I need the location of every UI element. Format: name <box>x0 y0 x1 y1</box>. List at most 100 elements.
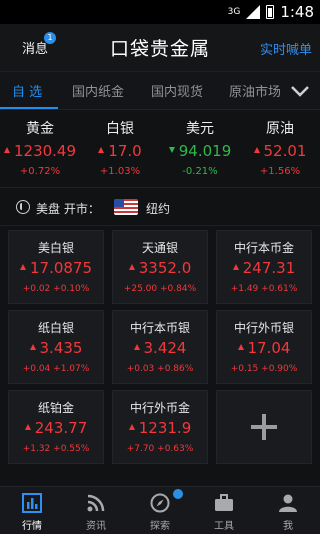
item-name: 中行本币银 <box>129 321 190 335</box>
nav-label: 工具 <box>214 521 234 532</box>
nav-news[interactable]: 资讯 <box>64 487 128 534</box>
item-price: 247.31 <box>217 259 311 277</box>
item-price: 3352.0 <box>113 259 207 277</box>
nav-tools[interactable]: 工具 <box>192 487 256 534</box>
nav-label: 我 <box>283 521 293 532</box>
up-arrow-icon <box>253 146 260 153</box>
index-quotes: 黄金 1230.49 +0.72% 白银 17.0 +1.03% 美元 94.0… <box>0 110 320 188</box>
item-price: 3.435 <box>9 339 103 357</box>
item-name: 中行本币金 <box>233 241 294 255</box>
up-arrow-icon <box>128 423 135 430</box>
quote-change: +0.72% <box>19 166 61 177</box>
watchlist-item[interactable]: 纸白银 3.435 +0.04 +1.07% <box>8 310 104 384</box>
item-change: +7.70 +0.63% <box>126 444 194 454</box>
live-call-button[interactable]: 实时喊单 <box>260 39 312 58</box>
quote-change: +1.56% <box>259 166 301 177</box>
market-city: 纽约 <box>146 202 171 216</box>
chevron-down-icon <box>291 85 309 97</box>
quote-gold[interactable]: 黄金 1230.49 +0.72% <box>0 118 80 177</box>
quote-name: 原油 <box>266 121 294 137</box>
up-arrow-icon <box>133 343 140 350</box>
person-icon <box>279 494 297 512</box>
item-change: +1.49 +0.61% <box>230 284 298 294</box>
network-type: 3G <box>227 6 241 17</box>
up-arrow-icon <box>24 423 31 430</box>
notification-dot <box>173 489 183 499</box>
up-arrow-icon <box>98 146 105 153</box>
market-session-label: 美盘 开市： <box>36 202 100 216</box>
up-arrow-icon <box>3 146 10 153</box>
item-change: +0.02 +0.10% <box>22 284 90 294</box>
quote-usd[interactable]: 美元 94.019 -0.21% <box>160 118 240 177</box>
plus-icon <box>251 414 277 440</box>
down-arrow-icon <box>168 146 175 153</box>
up-arrow-icon <box>232 263 239 270</box>
item-name: 中行外币金 <box>129 401 190 415</box>
watchlist-item[interactable]: 中行外币金 1231.9 +7.70 +0.63% <box>112 390 208 464</box>
quote-crude-oil[interactable]: 原油 52.01 +1.56% <box>240 118 320 177</box>
item-price: 243.77 <box>9 419 103 437</box>
up-arrow-icon <box>19 263 26 270</box>
tab-domestic-spot[interactable]: 国内现货 <box>151 81 203 100</box>
watchlist-item[interactable]: 中行本币银 3.424 +0.03 +0.86% <box>112 310 208 384</box>
quote-value: 17.0 <box>80 142 160 160</box>
item-name: 美白银 <box>37 241 74 255</box>
tab-domestic-paper-gold[interactable]: 国内纸金 <box>72 81 124 100</box>
watchlist-item[interactable]: 美白银 17.0875 +0.02 +0.10% <box>8 230 104 304</box>
item-change: +25.00 +0.84% <box>123 284 197 294</box>
bottom-navigation: 行情 资讯 探索 工具 我 <box>0 486 320 534</box>
quote-silver[interactable]: 白银 17.0 +1.03% <box>80 118 160 177</box>
signal-icon <box>246 5 261 19</box>
item-name: 天通银 <box>141 241 178 255</box>
nav-label: 资讯 <box>86 521 106 532</box>
nav-label: 探索 <box>150 521 170 532</box>
item-change: +1.32 +0.55% <box>22 444 90 454</box>
up-arrow-icon <box>29 343 36 350</box>
tab-watchlist[interactable]: 自 选 <box>12 81 42 100</box>
more-tabs-button[interactable] <box>280 72 320 109</box>
item-price: 17.0875 <box>9 259 103 277</box>
quote-value: 52.01 <box>240 142 320 160</box>
quote-name: 美元 <box>186 121 214 137</box>
up-arrow-icon <box>237 343 244 350</box>
category-tabs: 自 选 国内纸金 国内现货 原油市场 <box>0 72 320 110</box>
chart-icon <box>22 493 42 513</box>
item-price: 17.04 <box>217 339 311 357</box>
status-right: 3G 1:48 <box>228 3 314 21</box>
nav-quotes[interactable]: 行情 <box>0 487 64 534</box>
quote-name: 黄金 <box>26 121 54 137</box>
item-name: 纸铂金 <box>37 401 74 415</box>
rss-icon <box>87 494 105 512</box>
item-price: 1231.9 <box>113 419 207 437</box>
quote-change: +1.03% <box>99 166 141 177</box>
quote-value: 1230.49 <box>0 142 80 160</box>
watchlist-item[interactable]: 中行本币金 247.31 +1.49 +0.61% <box>216 230 312 304</box>
active-tab-indicator <box>0 107 58 109</box>
status-time: 1:48 <box>280 3 314 21</box>
item-change: +0.04 +1.07% <box>22 364 90 374</box>
battery-icon <box>266 5 275 19</box>
tab-crude-oil-market[interactable]: 原油市场 <box>229 81 281 100</box>
add-watchlist-button[interactable] <box>216 390 312 464</box>
up-arrow-icon <box>128 263 135 270</box>
globe-icon <box>16 200 30 214</box>
market-status: 美盘 开市： 纽约 <box>0 188 320 226</box>
briefcase-icon <box>215 494 233 511</box>
watchlist-item[interactable]: 纸铂金 243.77 +1.32 +0.55% <box>8 390 104 464</box>
item-change: +0.15 +0.90% <box>230 364 298 374</box>
app-header: 消息 1 口袋贵金属 实时喊单 <box>0 24 320 72</box>
status-bar: 3G 1:48 <box>0 0 320 24</box>
nav-label: 行情 <box>22 521 42 532</box>
item-name: 中行外币银 <box>233 321 294 335</box>
watchlist-item[interactable]: 天通银 3352.0 +25.00 +0.84% <box>112 230 208 304</box>
item-name: 纸白银 <box>37 321 74 335</box>
compass-icon <box>150 493 170 513</box>
item-price: 3.424 <box>113 339 207 357</box>
quote-change: -0.21% <box>182 166 218 177</box>
quote-name: 白银 <box>106 121 134 137</box>
nav-me[interactable]: 我 <box>256 487 320 534</box>
quote-value: 94.019 <box>160 142 240 160</box>
watchlist-item[interactable]: 中行外币银 17.04 +0.15 +0.90% <box>216 310 312 384</box>
us-flag-icon <box>114 199 138 215</box>
item-change: +0.03 +0.86% <box>126 364 194 374</box>
